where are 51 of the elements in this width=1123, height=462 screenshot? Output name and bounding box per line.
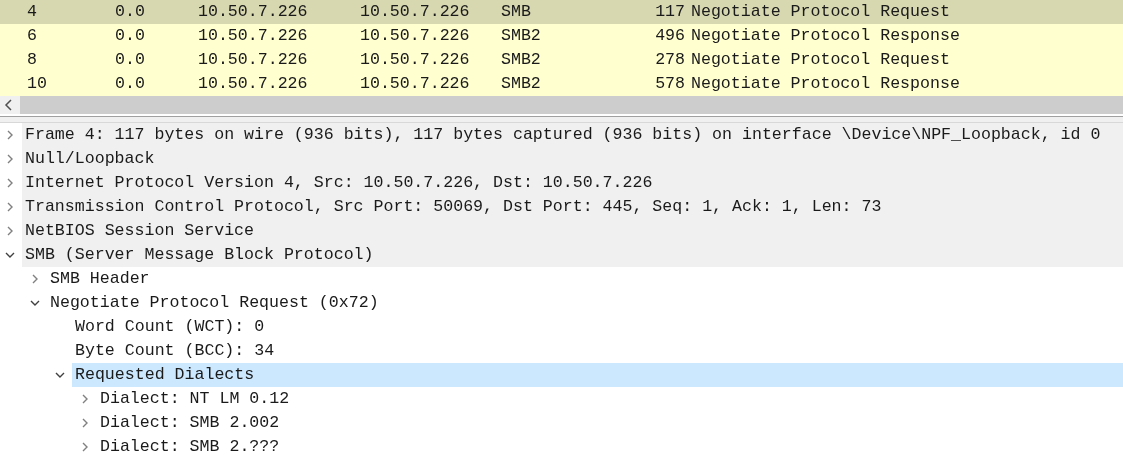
tree-item[interactable]: SMB Header (47, 267, 1123, 291)
tree-item[interactable]: Transmission Control Protocol, Src Port: 50069, Dst Port: 445, Seq: 1, Ack: 1, Len: 73 (22, 195, 1123, 219)
packet-info: Negotiate Protocol Request (690, 1, 950, 23)
tree-item[interactable]: Dialect: SMB 2.002 (97, 411, 1123, 435)
packet-time: 0.0 (115, 73, 146, 95)
packet-info: Negotiate Protocol Response (690, 25, 960, 47)
chevron-down-icon[interactable] (4, 250, 15, 260)
source-address: 10.50.7.226 (198, 49, 309, 71)
packet-protocol: SMB2 (501, 49, 542, 71)
packet-length: 496 (654, 25, 685, 47)
packet-number: 8 (27, 49, 38, 71)
packet-info: Negotiate Protocol Request (690, 49, 950, 71)
tree-item[interactable]: Null/Loopback (22, 147, 1123, 171)
source-address: 10.50.7.226 (198, 73, 309, 95)
tree-item[interactable]: Word Count (WCT): 0 (72, 315, 1123, 339)
destination-address: 10.50.7.226 (360, 25, 471, 47)
tree-item[interactable]: Byte Count (BCC): 34 (72, 339, 1123, 363)
packet-row[interactable]: 10 0.0 10.50.7.226 10.50.7.226 SMB2 578 Negotiate Protocol Response (0, 72, 1123, 96)
packet-protocol: SMB (501, 1, 532, 23)
packet-row[interactable]: 6 0.0 10.50.7.226 10.50.7.226 SMB2 496 Negotiate Protocol Response (0, 24, 1123, 48)
pane-splitter[interactable] (0, 116, 1123, 123)
destination-address: 10.50.7.226 (360, 73, 471, 95)
packet-number: 10 (27, 73, 48, 95)
packet-protocol: SMB2 (501, 73, 542, 95)
packet-number: 6 (27, 25, 38, 47)
packet-time: 0.0 (115, 49, 146, 71)
packet-row[interactable]: 8 0.0 10.50.7.226 10.50.7.226 SMB2 278 Negotiate Protocol Request (0, 48, 1123, 72)
tree-item[interactable]: Frame 4: 117 bytes on wire (936 bits), 117 bytes captured (936 bits) on interface \Device\NPF_Loopback, id 0 (22, 123, 1123, 147)
packet-length: 117 (654, 1, 685, 23)
packet-number: 4 (27, 1, 38, 23)
packet-length: 578 (654, 73, 685, 95)
destination-address: 10.50.7.226 (360, 49, 471, 71)
tree-item[interactable]: Requested Dialects (72, 363, 1123, 387)
chevron-down-icon[interactable] (54, 370, 65, 380)
tree-item[interactable]: Dialect: SMB 2.??? (97, 435, 1123, 459)
chevron-down-icon[interactable] (29, 298, 40, 308)
destination-address: 10.50.7.226 (360, 1, 471, 23)
tree-item[interactable]: Negotiate Protocol Request (0x72) (47, 291, 1123, 315)
tree-item[interactable]: Internet Protocol Version 4, Src: 10.50.7.226, Dst: 10.50.7.226 (22, 171, 1123, 195)
source-address: 10.50.7.226 (198, 25, 309, 47)
packet-time: 0.0 (115, 25, 146, 47)
scroll-left-icon[interactable] (4, 99, 14, 111)
packet-time: 0.0 (115, 1, 146, 23)
packet-length: 278 (654, 49, 685, 71)
packet-row[interactable]: 4 0.0 10.50.7.226 10.50.7.226 SMB 117 Negotiate Protocol Request (0, 0, 1123, 24)
tree-item[interactable]: SMB (Server Message Block Protocol) (22, 243, 1123, 267)
packet-protocol: SMB2 (501, 25, 542, 47)
packet-info: Negotiate Protocol Response (690, 73, 960, 95)
tree-item[interactable]: NetBIOS Session Service (22, 219, 1123, 243)
source-address: 10.50.7.226 (198, 1, 309, 23)
tree-item[interactable]: Dialect: NT LM 0.12 (97, 387, 1123, 411)
